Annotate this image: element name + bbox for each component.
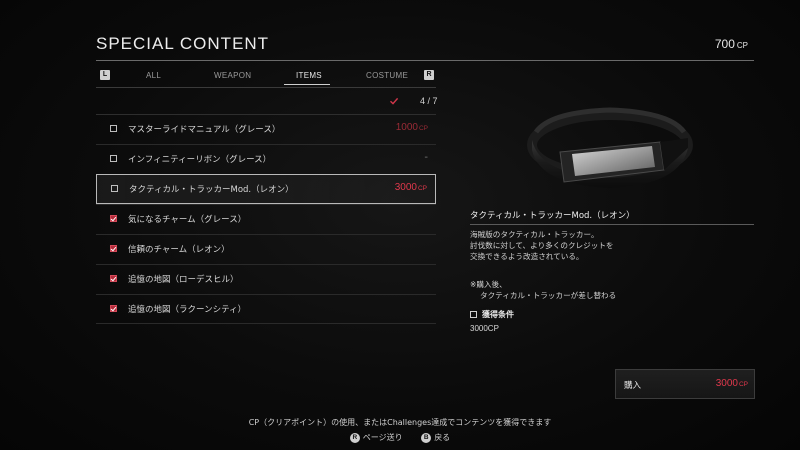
detail-description-line: 海賊版のタクティカル・トラッカー。 <box>470 230 599 239</box>
tab-items[interactable]: ITEMS <box>296 71 322 80</box>
check-icon <box>390 97 399 105</box>
checkbox-icon <box>110 125 117 132</box>
l-shoulder-icon[interactable]: L <box>100 70 110 80</box>
detail-note-line: タクティカル・トラッカーが差し替わる <box>480 291 617 300</box>
active-tab-indicator <box>284 84 330 85</box>
list-item[interactable]: インフィニティーリボン（グレース） - <box>96 144 436 174</box>
purchase-price: 3000CP <box>716 378 748 389</box>
checked-checkbox-icon <box>110 245 117 252</box>
purchase-price-unit: CP <box>738 381 748 388</box>
item-name: 気になるチャーム（グレース） <box>128 215 247 225</box>
item-name: 追憶の地図（ローデスヒル） <box>128 275 239 285</box>
content-list: マスターライドマニュアル（グレース） 1000CP インフィニティーリボン（グレ… <box>96 114 436 324</box>
acquire-condition-value: 3000CP <box>470 324 499 333</box>
tracker-bracelet-image <box>527 107 693 188</box>
detail-description-line: 交換できるよう改造されている。 <box>470 252 584 261</box>
item-price-unit: CP <box>417 185 427 192</box>
checked-checkbox-icon <box>110 275 117 282</box>
list-item-selected[interactable]: タクティカル・トラッカーMod.（レオン） 3000CP <box>96 174 436 204</box>
r-stick-icon: R <box>349 432 360 443</box>
item-price: 1000CP <box>396 122 428 133</box>
checkbox-icon <box>111 185 118 192</box>
checked-checkbox-icon <box>110 215 117 222</box>
list-item[interactable]: 追憶の地図（ラクーンシティ） <box>96 294 436 324</box>
item-price: 3000CP <box>395 182 427 193</box>
category-tabs: L ALL WEAPON ITEMS COSTUME R <box>96 68 436 87</box>
back-label: 戻る <box>434 433 451 442</box>
acquire-condition-label: 獲得条件 <box>482 310 514 319</box>
tab-costume[interactable]: COSTUME <box>366 71 408 80</box>
tab-weapon[interactable]: WEAPON <box>214 71 251 80</box>
page-turn-action[interactable]: R ページ送り <box>349 432 403 443</box>
footer-hint: CP（クリアポイント）の使用、またはChallenges達成でコンテンツを獲得で… <box>248 418 552 427</box>
item-name: 追憶の地図（ラクーンシティ） <box>128 305 247 315</box>
tab-divider <box>96 87 436 88</box>
item-price-value: 1000 <box>395 122 418 133</box>
footer-actions: R ページ送り B 戻る <box>0 432 800 443</box>
page-title: SPECIAL CONTENT <box>96 34 270 53</box>
detail-note-line: ※購入後、 <box>470 280 507 289</box>
list-item[interactable]: 信頼のチャーム（レオン） <box>96 234 436 264</box>
item-price: - <box>424 152 428 163</box>
back-action[interactable]: B 戻る <box>421 432 450 443</box>
acquire-checkbox-icon <box>470 311 477 318</box>
cp-balance: 700 CP <box>715 37 748 51</box>
tab-all[interactable]: ALL <box>146 71 161 80</box>
purchase-label: 購入 <box>624 381 642 391</box>
item-name: 信頼のチャーム（レオン） <box>128 245 230 255</box>
checked-checkbox-icon <box>110 305 117 312</box>
cp-balance-unit: CP <box>736 41 748 50</box>
cp-balance-value: 700 <box>714 37 735 51</box>
page-turn-label: ページ送り <box>362 433 403 442</box>
checkbox-icon <box>110 155 117 162</box>
b-button-icon: B <box>421 432 432 443</box>
detail-divider <box>470 224 754 225</box>
header-divider <box>96 60 754 61</box>
list-item[interactable]: マスターライドマニュアル（グレース） 1000CP <box>96 114 436 144</box>
list-item[interactable]: 追憶の地図（ローデスヒル） <box>96 264 436 294</box>
purchase-price-value: 3000 <box>715 378 738 389</box>
item-name: タクティカル・トラッカーMod.（レオン） <box>129 185 294 195</box>
purchase-button[interactable]: 購入 3000CP <box>615 369 755 399</box>
detail-title: タクティカル・トラッカーMod.（レオン） <box>470 211 635 221</box>
detail-description-line: 討伐数に対して、より多くのクレジットを <box>470 241 614 250</box>
item-name: インフィニティーリボン（グレース） <box>128 155 272 165</box>
item-price-value: 3000 <box>394 182 417 193</box>
list-item[interactable]: 気になるチャーム（グレース） <box>96 204 436 234</box>
item-price-unit: CP <box>418 125 428 132</box>
completion-count: 4 / 7 <box>420 96 438 106</box>
item-name: マスターライドマニュアル（グレース） <box>128 125 281 135</box>
r-shoulder-icon[interactable]: R <box>424 70 434 80</box>
